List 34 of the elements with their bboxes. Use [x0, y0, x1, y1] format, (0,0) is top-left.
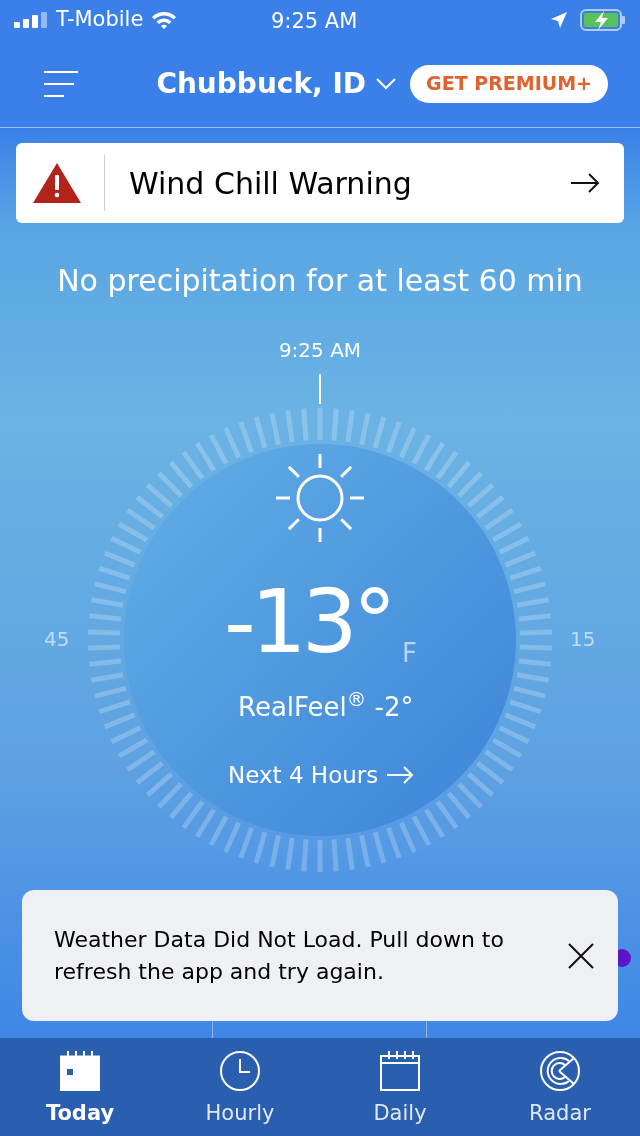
realfeel-text: RealFeel$^{®}$ -2°: [238, 688, 414, 724]
menu-icon[interactable]: [44, 70, 78, 97]
dial-time: 9:25 AM: [278, 338, 362, 362]
tab-bar-item[interactable]: Radar: [480, 1038, 640, 1136]
dial-max-value: 15: [570, 626, 596, 653]
signal-icon: [14, 12, 48, 28]
temperature-unit: F: [402, 637, 417, 670]
close-icon[interactable]: [568, 942, 594, 969]
sun-icon: [274, 452, 366, 544]
arrow-right-icon: [570, 173, 600, 193]
temperature: -13°: [224, 574, 392, 670]
next-hours-link[interactable]: Next 4 Hours: [228, 758, 415, 793]
arrow-right-icon: [386, 766, 415, 785]
premium-button[interactable]: GET PREMIUM+: [410, 64, 608, 103]
calendar-icon: [379, 1050, 421, 1092]
battery-charging-icon: [580, 9, 626, 31]
tab-bar-item[interactable]: Today: [0, 1038, 160, 1136]
status-time: 9:25 AM: [271, 8, 358, 35]
tab-bar-item[interactable]: Hourly: [160, 1038, 320, 1136]
dial-min-value: 45: [44, 626, 70, 653]
calendar-icon: [59, 1050, 101, 1092]
carrier-name: T-Mobile: [56, 6, 144, 34]
toast-text: Weather Data Did Not Load. Pull down to refresh the app and try again.: [54, 925, 505, 986]
radar-icon: [539, 1050, 581, 1092]
clock-icon: [219, 1050, 261, 1092]
chevron-down-icon: [376, 77, 397, 90]
alert-card[interactable]: Wind Chill Warning: [16, 143, 624, 223]
location-selector[interactable]: Chubbuck, ID: [156, 62, 397, 105]
warning-icon: [32, 162, 82, 204]
precipitation-text: No precipitation for at least 60 min: [56, 262, 584, 300]
tab-bar-item[interactable]: Daily: [320, 1038, 480, 1136]
location-arrow-icon: [550, 11, 568, 29]
wifi-icon: [151, 10, 178, 30]
time-marker: [319, 374, 321, 404]
